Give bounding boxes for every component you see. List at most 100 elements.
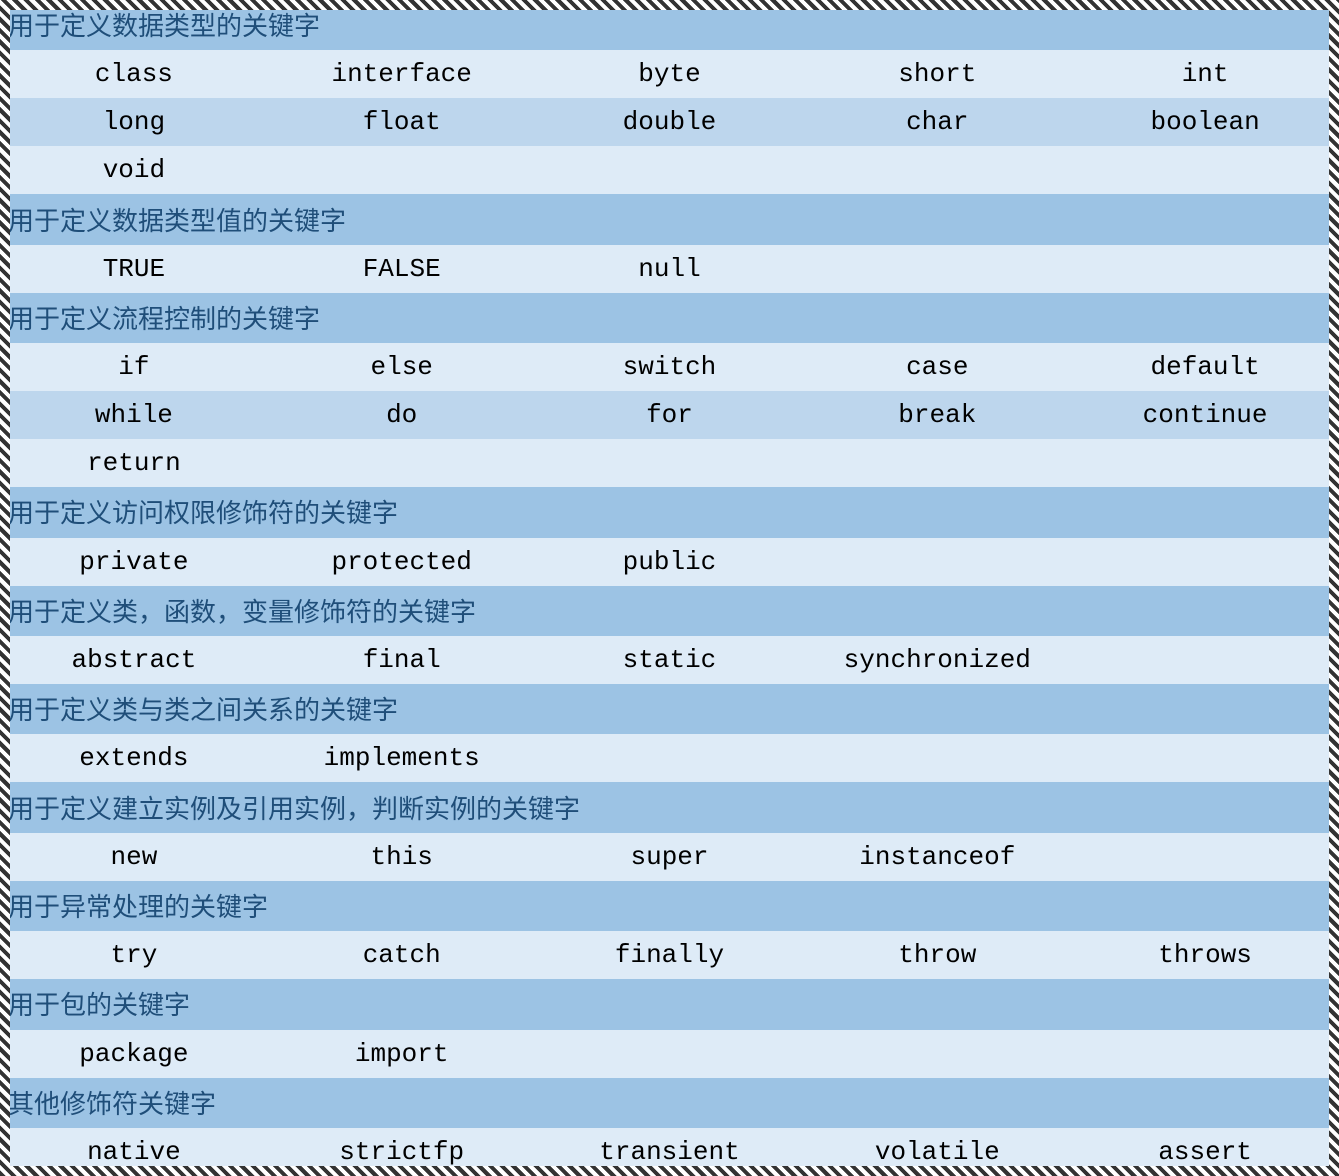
keyword-cell (1071, 245, 1339, 293)
keyword-cell: double (536, 98, 804, 146)
keyword-cell: case (803, 343, 1071, 391)
keyword-cell (803, 439, 1071, 487)
section-header: 用于定义访问权限修饰符的关键字 (0, 487, 1339, 537)
keyword-cell: void (0, 146, 268, 194)
table-row: classinterfacebyteshortint (0, 50, 1339, 98)
section-header: 用于异常处理的关键字 (0, 881, 1339, 931)
keyword-cell: TRUE (0, 245, 268, 293)
keyword-cell: float (268, 98, 536, 146)
keyword-cell: static (536, 636, 804, 684)
section-header: 用于定义类与类之间关系的关键字 (0, 684, 1339, 734)
keyword-cell: finally (536, 931, 804, 979)
section-header: 用于定义类，函数，变量修饰符的关键字 (0, 586, 1339, 636)
section-header: 用于定义数据类型的关键字 (0, 0, 1339, 50)
table-row: newthissuperinstanceof (0, 833, 1339, 881)
keyword-cell (536, 146, 804, 194)
section-title: 用于定义访问权限修饰符的关键字 (0, 487, 1339, 537)
keyword-cell: byte (536, 50, 804, 98)
keyword-cell (803, 146, 1071, 194)
keyword-cell: public (536, 538, 804, 586)
keyword-cell (536, 734, 804, 782)
keyword-cell: switch (536, 343, 804, 391)
table-row: TRUEFALSEnull (0, 245, 1339, 293)
keyword-cell: private (0, 538, 268, 586)
keyword-cell: volatile (803, 1128, 1071, 1176)
table-row: return (0, 439, 1339, 487)
keyword-cell: strictfp (268, 1128, 536, 1176)
keyword-cell: transient (536, 1128, 804, 1176)
keyword-cell: short (803, 50, 1071, 98)
section-header: 用于定义数据类型值的关键字 (0, 194, 1339, 244)
keyword-cell: extends (0, 734, 268, 782)
keyword-cell (803, 245, 1071, 293)
keyword-cell: null (536, 245, 804, 293)
section-title: 用于定义建立实例及引用实例，判断实例的关键字 (0, 782, 1339, 832)
section-header: 用于定义流程控制的关键字 (0, 293, 1339, 343)
keyword-cell: synchronized (803, 636, 1071, 684)
keyword-cell: protected (268, 538, 536, 586)
keyword-cell: native (0, 1128, 268, 1176)
keyword-cell (1071, 146, 1339, 194)
section-title: 用于定义数据类型的关键字 (0, 0, 1339, 50)
keyword-cell: assert (1071, 1128, 1339, 1176)
section-title: 用于定义类，函数，变量修饰符的关键字 (0, 586, 1339, 636)
keyword-cell: super (536, 833, 804, 881)
keyword-cell: break (803, 391, 1071, 439)
keyword-cell: interface (268, 50, 536, 98)
table-row: trycatchfinallythrowthrows (0, 931, 1339, 979)
section-header: 用于定义建立实例及引用实例，判断实例的关键字 (0, 782, 1339, 832)
section-header: 其他修饰符关键字 (0, 1078, 1339, 1128)
keyword-cell (268, 439, 536, 487)
keyword-cell (1071, 1030, 1339, 1078)
keyword-cell: instanceof (803, 833, 1071, 881)
keyword-cell: boolean (1071, 98, 1339, 146)
keyword-cell (1071, 734, 1339, 782)
keywords-table-container: 用于定义数据类型的关键字classinterfacebyteshortintlo… (0, 0, 1339, 1176)
section-title: 用于定义流程控制的关键字 (0, 293, 1339, 343)
keyword-cell: if (0, 343, 268, 391)
table-row: privateprotectedpublic (0, 538, 1339, 586)
keyword-cell: import (268, 1030, 536, 1078)
keyword-cell: else (268, 343, 536, 391)
keyword-cell (1071, 538, 1339, 586)
table-row: void (0, 146, 1339, 194)
table-row: ifelseswitchcasedefault (0, 343, 1339, 391)
keyword-cell (803, 538, 1071, 586)
keyword-cell: implements (268, 734, 536, 782)
keyword-cell: throw (803, 931, 1071, 979)
section-title: 用于定义类与类之间关系的关键字 (0, 684, 1339, 734)
keyword-cell (536, 1030, 804, 1078)
keyword-cell: for (536, 391, 804, 439)
table-row: whiledoforbreakcontinue (0, 391, 1339, 439)
keyword-cell (536, 439, 804, 487)
keyword-cell: FALSE (268, 245, 536, 293)
table-row: abstractfinalstaticsynchronized (0, 636, 1339, 684)
section-title: 用于异常处理的关键字 (0, 881, 1339, 931)
keyword-cell: new (0, 833, 268, 881)
keyword-cell (803, 1030, 1071, 1078)
table-row: packageimport (0, 1030, 1339, 1078)
table-row: nativestrictfptransientvolatileassert (0, 1128, 1339, 1176)
keyword-cell (803, 734, 1071, 782)
section-header: 用于包的关键字 (0, 979, 1339, 1029)
keyword-cell: class (0, 50, 268, 98)
keywords-table: 用于定义数据类型的关键字classinterfacebyteshortintlo… (0, 0, 1339, 1176)
keyword-cell (1071, 636, 1339, 684)
keyword-cell: package (0, 1030, 268, 1078)
section-title: 其他修饰符关键字 (0, 1078, 1339, 1128)
keyword-cell: char (803, 98, 1071, 146)
section-title: 用于定义数据类型值的关键字 (0, 194, 1339, 244)
table-row: longfloatdoublecharboolean (0, 98, 1339, 146)
keyword-cell: default (1071, 343, 1339, 391)
keyword-cell (1071, 833, 1339, 881)
keyword-cell: return (0, 439, 268, 487)
keyword-cell: int (1071, 50, 1339, 98)
keyword-cell: while (0, 391, 268, 439)
keyword-cell: try (0, 931, 268, 979)
keyword-cell: long (0, 98, 268, 146)
section-title: 用于包的关键字 (0, 979, 1339, 1029)
keyword-cell: continue (1071, 391, 1339, 439)
keyword-cell: this (268, 833, 536, 881)
keyword-cell (268, 146, 536, 194)
keyword-cell: throws (1071, 931, 1339, 979)
